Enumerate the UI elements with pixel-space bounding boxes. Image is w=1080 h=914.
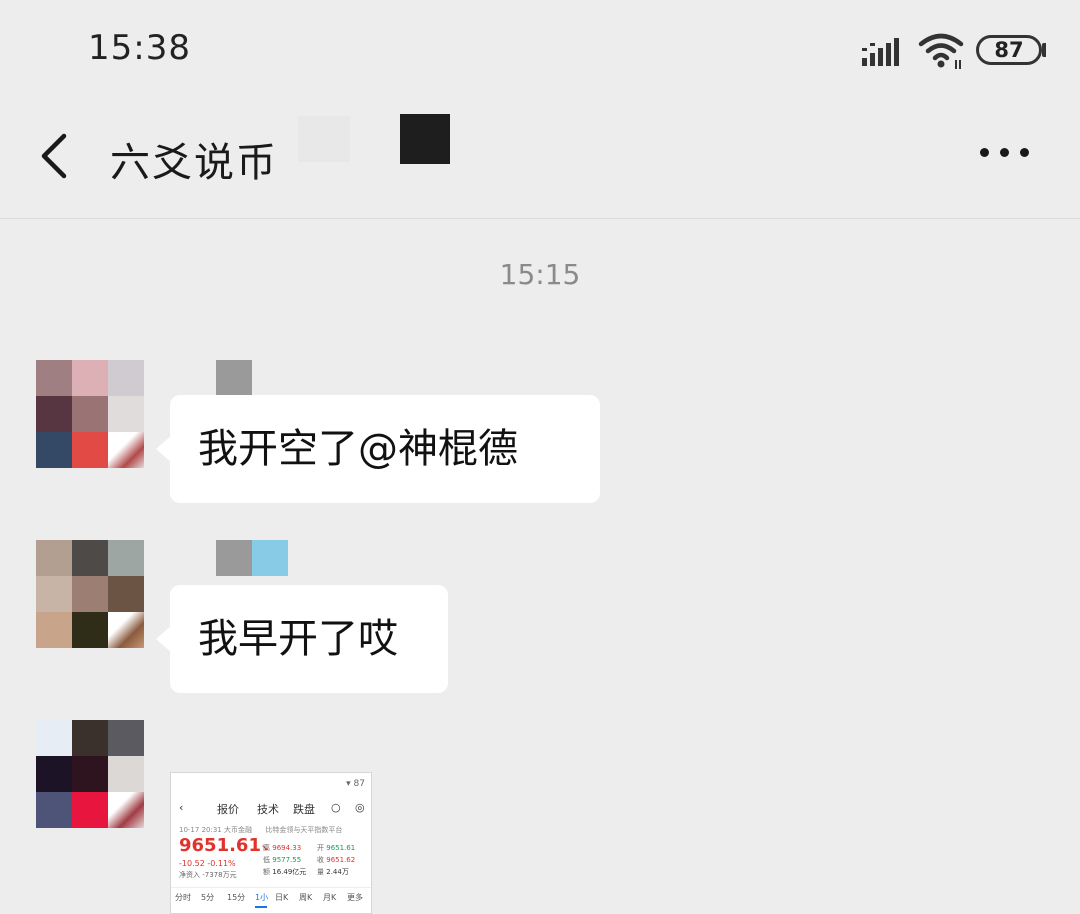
battery-icon: 87 (976, 35, 1042, 65)
image-nav-tab: 报价 (217, 803, 239, 816)
nickname-redacted (216, 540, 252, 576)
image-period-tabs: 分时 5分 15分 1小 日K 周K 月K 更多 (171, 887, 371, 908)
image-nav-tab: 跌盘 (293, 803, 315, 816)
redacted-black-block (400, 114, 450, 164)
avatar[interactable] (36, 720, 144, 828)
image-tab-underline (255, 906, 267, 908)
image-period-tab: 分时 (175, 893, 191, 902)
back-arrow-icon[interactable] (36, 130, 72, 182)
image-refresh-icon: ◎ (355, 801, 365, 814)
avatar[interactable] (36, 360, 144, 468)
image-stat: 额 16.49亿元 (263, 868, 307, 876)
image-period-tab: 周K (299, 893, 313, 902)
image-message[interactable]: ▾ 87 ‹ 报价 技术 跌盘 ○ ◎ 10-17 20:31 大币金融 比特金… (170, 772, 372, 914)
image-period-tab: 日K (275, 893, 289, 902)
message-timestamp: 15:15 (499, 258, 581, 291)
status-time: 15:38 (88, 28, 191, 68)
image-period-tab: 5分 (201, 893, 215, 902)
image-nav-bar: ‹ 报价 技术 跌盘 ○ ◎ (171, 799, 371, 821)
image-status-bar: ▾ 87 (346, 779, 365, 789)
nickname-redacted (252, 540, 288, 576)
image-stat: 量 2.44万 (317, 868, 349, 876)
wifi-icon (918, 33, 964, 69)
image-period-tab: 1小 (255, 893, 269, 902)
more-options-icon[interactable] (980, 148, 1030, 164)
image-change: -10.52 -0.11% (179, 859, 236, 868)
message-bubble[interactable]: 我早开了哎 (156, 585, 448, 693)
status-bar: 15:38 87 (0, 0, 1080, 100)
chat-header: 六爻说币 (0, 100, 1080, 219)
avatar[interactable] (36, 540, 144, 648)
image-period-tab: 更多 (347, 893, 363, 902)
image-stat: 开 9651.61 (317, 844, 356, 852)
battery-tip (1042, 43, 1046, 57)
message-bubble[interactable]: 我开空了@神棍德 (156, 395, 600, 503)
image-info-line: 10-17 20:31 大币金融 比特金领与天平指数平台 (179, 826, 343, 834)
signal-icon (862, 38, 899, 66)
chat-title: 六爻说币 (110, 140, 278, 186)
image-stat: 收 9651.62 (317, 856, 356, 864)
nickname-redacted (216, 360, 252, 396)
redacted-title-block (298, 116, 350, 162)
image-search-icon: ○ (331, 801, 341, 814)
image-stat: 低 9577.55 (263, 856, 302, 864)
image-stat: 高 9694.33 (263, 844, 302, 852)
image-price: 9651.61↘ (179, 835, 269, 856)
image-period-tab: 15分 (227, 893, 246, 902)
image-net-inflow: 净资入 -7378万元 (179, 871, 237, 879)
image-back-icon: ‹ (179, 801, 184, 814)
image-period-tab: 月K (323, 893, 337, 902)
image-nav-tab: 技术 (257, 803, 279, 816)
